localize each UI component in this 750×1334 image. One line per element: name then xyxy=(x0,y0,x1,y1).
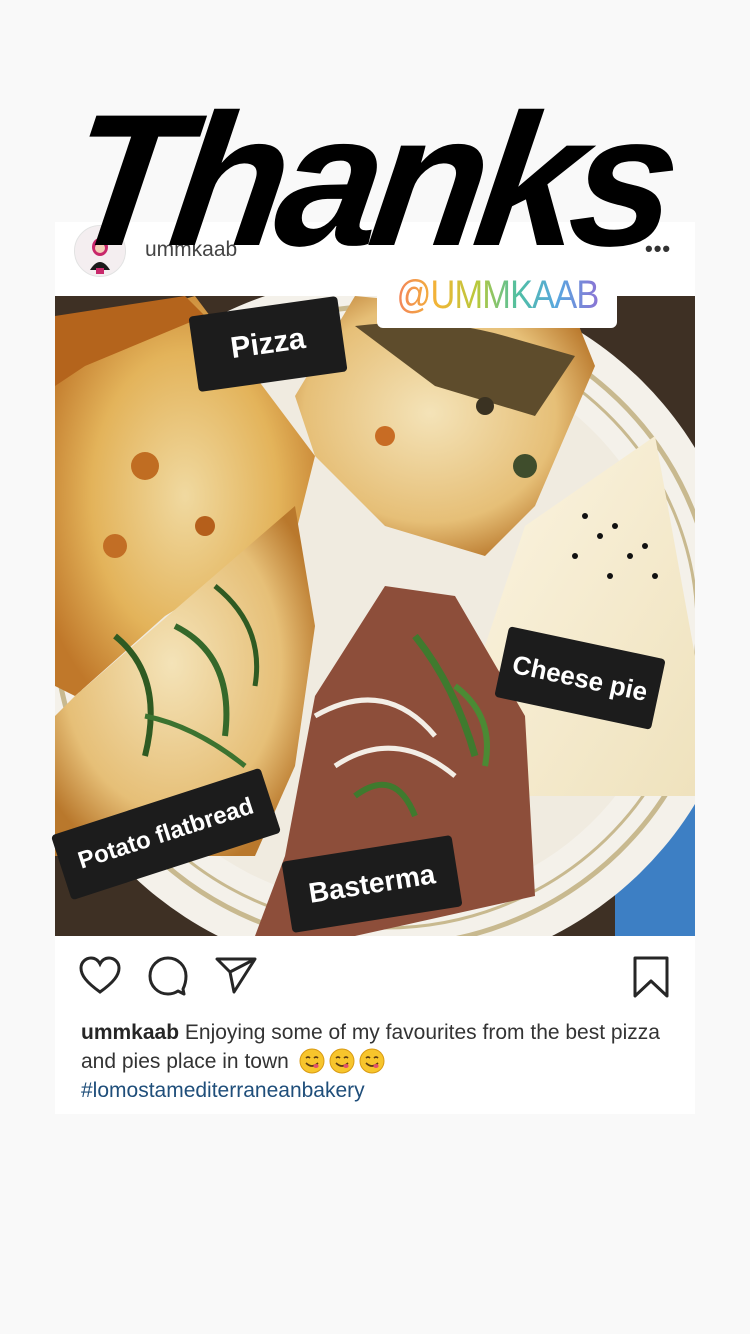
savoring-face-emoji xyxy=(299,1048,325,1074)
comment-icon[interactable] xyxy=(147,955,189,997)
mention-sticker[interactable]: @UMMKAAB xyxy=(377,262,617,328)
heart-icon[interactable] xyxy=(78,956,122,996)
caption-username[interactable]: ummkaab xyxy=(81,1021,179,1044)
savoring-face-emoji xyxy=(329,1048,355,1074)
bookmark-icon[interactable] xyxy=(632,955,670,999)
caption-hashtag[interactable]: #lomostamediterraneanbakery xyxy=(81,1076,671,1105)
story-headline: Thanks xyxy=(55,75,683,285)
mention-text: @UMMKAAB xyxy=(396,272,599,317)
post-caption: ummkaab Enjoying some of my favourites f… xyxy=(81,1018,671,1105)
savoring-face-emoji xyxy=(359,1048,385,1074)
share-icon[interactable] xyxy=(214,955,258,995)
